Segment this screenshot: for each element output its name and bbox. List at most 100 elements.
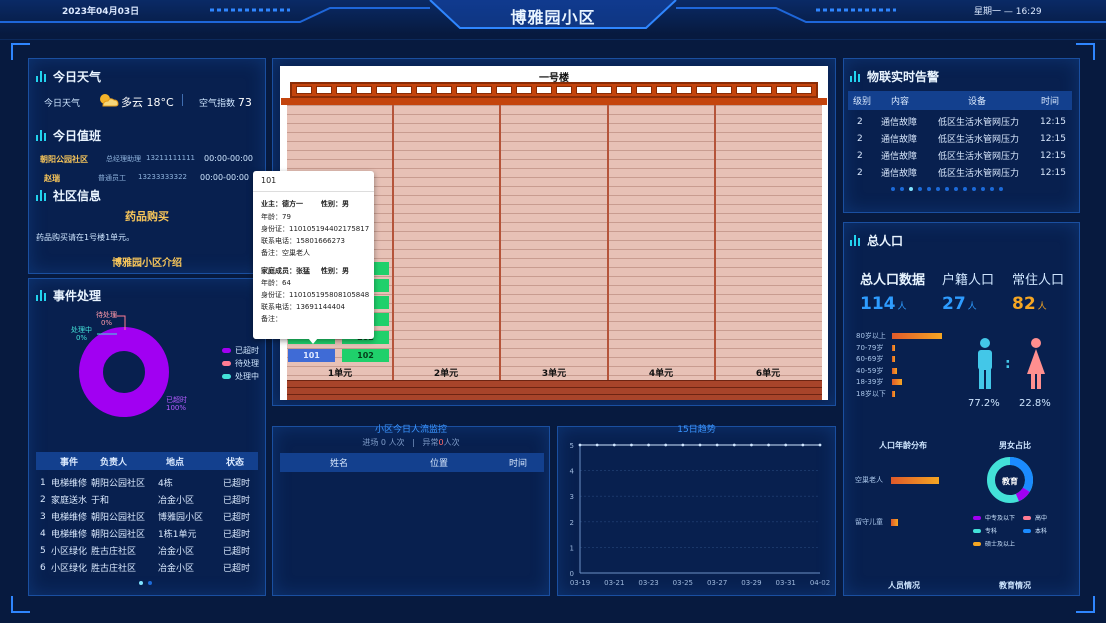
x-tick-label: 04-02 [810,579,830,587]
age-bar [892,356,896,363]
tooltip-room: 101 [261,176,277,185]
legend-swatch [973,515,981,520]
data-point [681,443,685,447]
table-row[interactable]: 2 通信故障 低区生活水管网压力 12:15 [848,130,1072,147]
x-tick-label: 03-31 [776,579,796,587]
legend-swatch [222,374,231,379]
weather-title: 今日天气 [36,68,101,85]
unit-label[interactable]: 1单元 [320,366,360,379]
pager-dot[interactable] [927,187,931,191]
pop-registered-label: 户籍人口 [942,273,995,288]
group-bar-label: 留守儿童 [855,518,883,526]
pop-total-label: 总人口数据 [860,273,926,288]
room-tile[interactable]: 102 [342,349,389,362]
pager-dot[interactable] [981,187,985,191]
tooltip-arrow [308,338,318,344]
pager-dot[interactable] [909,187,913,191]
y-tick-label: 4 [570,468,575,476]
unit-divider [607,105,609,380]
table-row[interactable]: 2 通信故障 低区生活水管网压力 12:15 [848,147,1072,164]
bars-icon [850,235,860,246]
table-row[interactable]: 2 通信故障 低区生活水管网压力 12:15 [848,164,1072,181]
pager-dot[interactable] [999,187,1003,191]
pager-dot[interactable] [972,187,976,191]
pager-dot[interactable] [918,187,922,191]
unit-divider [714,105,716,380]
pager-dot[interactable] [891,187,895,191]
pager-dot[interactable] [900,187,904,191]
roof-window [516,86,532,94]
age-bar [892,379,902,386]
table-row[interactable]: 5 小区绿化 胜古庄社区 冶金小区 已超时 [36,542,258,559]
table-row[interactable]: 3 电梯维修 朝阳公园社区 博雅园小区 已超时 [36,508,258,525]
community-title: 社区信息 [36,187,101,204]
y-tick-label: 3 [570,493,574,501]
weather-condition: 多云 18°C [121,96,174,109]
people-footer[interactable]: 人员情况 [888,580,920,591]
unit-label[interactable]: 6单元 [748,366,788,379]
table-row[interactable]: 4 电梯维修 朝阳公园社区 1栋1单元 已超时 [36,525,258,542]
population-title: 总人口 [850,232,903,249]
x-tick-label: 03-25 [673,579,693,587]
education-footer[interactable]: 教育情况 [999,580,1031,591]
roof-window [336,86,352,94]
education-donut-center: 教育 [1002,477,1018,486]
roof-window [476,86,492,94]
room-tile-selected[interactable]: 101 [288,349,335,362]
roof-window [396,86,412,94]
age-dist-title: 人口年龄分布 [879,441,927,450]
building-base [287,380,822,400]
table-row[interactable]: 2 家庭送水 于和 冶金小区 已超时 [36,491,258,508]
group-bar [891,519,899,526]
bars-icon [36,190,46,201]
table-row[interactable]: 6 小区绿化 胜古庄社区 冶金小区 已超时 [36,559,258,576]
pager-dot[interactable] [936,187,940,191]
gender-ratio-title: 男女占比 [999,441,1031,450]
unit-divider [392,105,394,380]
roof-window [556,86,572,94]
roof-window [716,86,732,94]
x-tick-label: 03-19 [570,579,590,587]
data-point [750,443,753,447]
unit-label[interactable]: 4单元 [641,366,681,379]
pager-dot[interactable] [945,187,949,191]
pager-dot[interactable] [954,187,958,191]
unit-label[interactable]: 3单元 [534,366,574,379]
iot-pager[interactable] [891,187,1003,191]
pager-dot[interactable] [990,187,994,191]
x-tick-label: 03-23 [638,579,658,587]
group-bar-label: 空巢老人 [855,476,883,484]
data-point [595,443,599,447]
table-row[interactable]: 1 电梯维修 朝阳公园社区 4栋 已超时 [36,474,258,491]
donut-label-timeout: 已超时 100% [166,396,187,412]
legend-item: 硕士及以上 [973,539,1015,548]
roof-window [676,86,692,94]
pager-dot[interactable] [963,187,967,191]
pop-resident-value: 82 人 [1012,294,1047,314]
pager-dot[interactable] [148,581,152,585]
female-pct: 22.8% [1019,398,1051,409]
legend-item: 待处理 [222,357,259,370]
unit-label[interactable]: 2单元 [426,366,466,379]
age-bar-label: 40-59岁 [856,366,884,375]
pager-dot[interactable] [139,581,143,585]
data-point [578,443,582,447]
pop-registered-value: 27 人 [942,294,977,314]
x-tick-label: 03-27 [707,579,727,587]
data-point [630,443,633,447]
age-bar [892,344,896,351]
table-row[interactable]: 2 通信故障 低区生活水管网压力 12:15 [848,113,1072,130]
age-bar-label: 80岁以上 [856,332,886,340]
y-tick-label: 0 [570,570,574,578]
room-tooltip: 101 业主：德方一 性别：男 年龄：79 身份证：11010519440217… [253,171,374,339]
bars-icon [850,71,860,82]
legend-item: 专科 [973,526,997,535]
male-icon [978,338,992,389]
data-point [664,443,668,447]
community-intro-link[interactable]: 博雅园小区介绍 [28,254,266,269]
legend-swatch [222,348,231,353]
roof-window [736,86,752,94]
roof-window [776,86,792,94]
building-eave [281,98,827,105]
events-pager[interactable] [139,581,152,585]
